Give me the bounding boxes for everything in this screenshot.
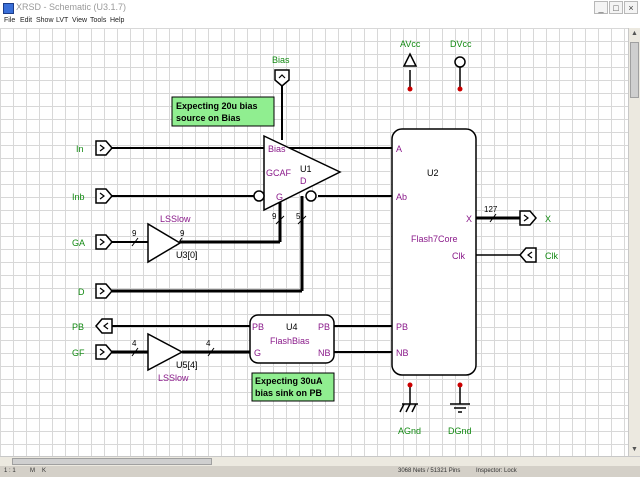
horizontal-scrollbar[interactable] [0, 456, 640, 466]
label-agnd: AGnd [398, 426, 421, 436]
status-key: K [42, 468, 47, 474]
bus-width-g: 9 [272, 212, 277, 221]
vertical-scroll-thumb[interactable] [630, 42, 639, 98]
note-bias-sink-line1: Expecting 30uA [255, 376, 323, 386]
label-ga: GA [72, 238, 85, 248]
menu-edit[interactable]: Edit [20, 17, 32, 24]
close-button[interactable]: × [624, 1, 638, 14]
label-dvcc: DVcc [450, 39, 472, 49]
dgnd-ground-symbol[interactable] [450, 403, 470, 413]
status-zoom: 1 : 1 [4, 468, 16, 474]
status-inspector: Inspector: Lock [476, 468, 517, 474]
u2-pin-nb: NB [396, 348, 409, 358]
label-x: X [545, 214, 551, 224]
horizontal-scroll-thumb[interactable] [12, 458, 212, 465]
u4-pin-pb-right: PB [318, 322, 330, 332]
schematic-drawing: Expecting 20u bias source on Bias Expect… [72, 39, 558, 436]
u1-type: GCAF [266, 168, 292, 178]
title-bar: XRSD - Schematic (U3.1.7) _ □ × [0, 0, 640, 17]
note-bias-source-line2: source on Bias [176, 113, 241, 123]
u1-pin-d: D [300, 176, 307, 186]
label-in: In [76, 144, 84, 154]
agnd-ground-symbol[interactable] [399, 403, 418, 413]
note-bias-sink-line2: bias sink on PB [255, 388, 323, 398]
label-avcc: AVcc [400, 39, 421, 49]
schematic-canvas[interactable]: Expecting 20u bias source on Bias Expect… [0, 28, 628, 456]
menu-view[interactable]: View [72, 17, 87, 24]
u4-pin-nb: NB [318, 348, 331, 358]
u2-pin-x: X [466, 214, 472, 224]
status-nets: 3068 Nets / 51321 Pins [398, 468, 461, 474]
label-dgnd: DGnd [448, 426, 472, 436]
menu-lvt[interactable]: LVT [56, 17, 68, 24]
label-bias-port: Bias [272, 55, 290, 65]
u2-name: U2 [427, 168, 439, 178]
u4-pin-g: G [254, 348, 261, 358]
bus-width-gf: 4 [132, 339, 137, 348]
u3-name: U3[0] [176, 250, 198, 260]
u2-pin-clk: Clk [452, 251, 465, 261]
u5-type: LSSlow [158, 373, 189, 383]
u4-name: U4 [286, 322, 298, 332]
note-bias-source-line1: Expecting 20u bias [176, 101, 258, 111]
bus-width-d: 5 [296, 212, 301, 221]
status-bar: 1 : 1 M K 3068 Nets / 51321 Pins Inspect… [0, 466, 640, 477]
scroll-up-icon[interactable]: ▲ [629, 28, 640, 40]
u2-type: Flash7Core [411, 234, 458, 244]
u1-g-inverter-bubble [253, 190, 265, 202]
vertical-scrollbar[interactable]: ▲ ▼ [628, 28, 640, 456]
bus-width-x: 127 [484, 205, 498, 214]
label-inb: Inb [72, 192, 85, 202]
port-bias[interactable] [274, 69, 290, 87]
label-gf: GF [72, 348, 85, 358]
u1-out-inverter-bubble [305, 190, 317, 202]
window-title: XRSD - Schematic (U3.1.7) [16, 2, 127, 12]
u2-pin-a: A [396, 144, 402, 154]
menu-show[interactable]: Show [36, 17, 54, 24]
u1-pin-bias: Bias [268, 144, 286, 154]
dvcc-power-symbol[interactable] [454, 56, 466, 68]
scroll-down-icon[interactable]: ▼ [629, 444, 640, 456]
label-pb: PB [72, 322, 84, 332]
u1-pin-g: G [276, 192, 283, 202]
avcc-power-symbol[interactable] [402, 52, 418, 67]
u2-pin-ab: Ab [396, 192, 407, 202]
u5-name: U5[4] [176, 360, 198, 370]
bus-width-u5-out: 4 [206, 339, 211, 348]
minimize-button[interactable]: _ [594, 1, 608, 14]
app-icon [3, 3, 14, 14]
u4-pin-pb-left: PB [252, 322, 264, 332]
window-controls: _ □ × [594, 1, 638, 14]
u2-pin-pb: PB [396, 322, 408, 332]
bus-width-u3-out: 9 [180, 229, 185, 238]
status-mode: M [30, 468, 35, 474]
label-clk: Clk [545, 251, 558, 261]
menu-help[interactable]: Help [110, 17, 124, 24]
u4-type: FlashBias [270, 336, 310, 346]
maximize-button[interactable]: □ [609, 1, 623, 14]
bus-width-ga: 9 [132, 229, 137, 238]
menu-file[interactable]: File [4, 17, 15, 24]
label-d: D [78, 287, 85, 297]
u3-type: LSSlow [160, 214, 191, 224]
menu-tools[interactable]: Tools [90, 17, 106, 24]
u1-name: U1 [300, 164, 312, 174]
